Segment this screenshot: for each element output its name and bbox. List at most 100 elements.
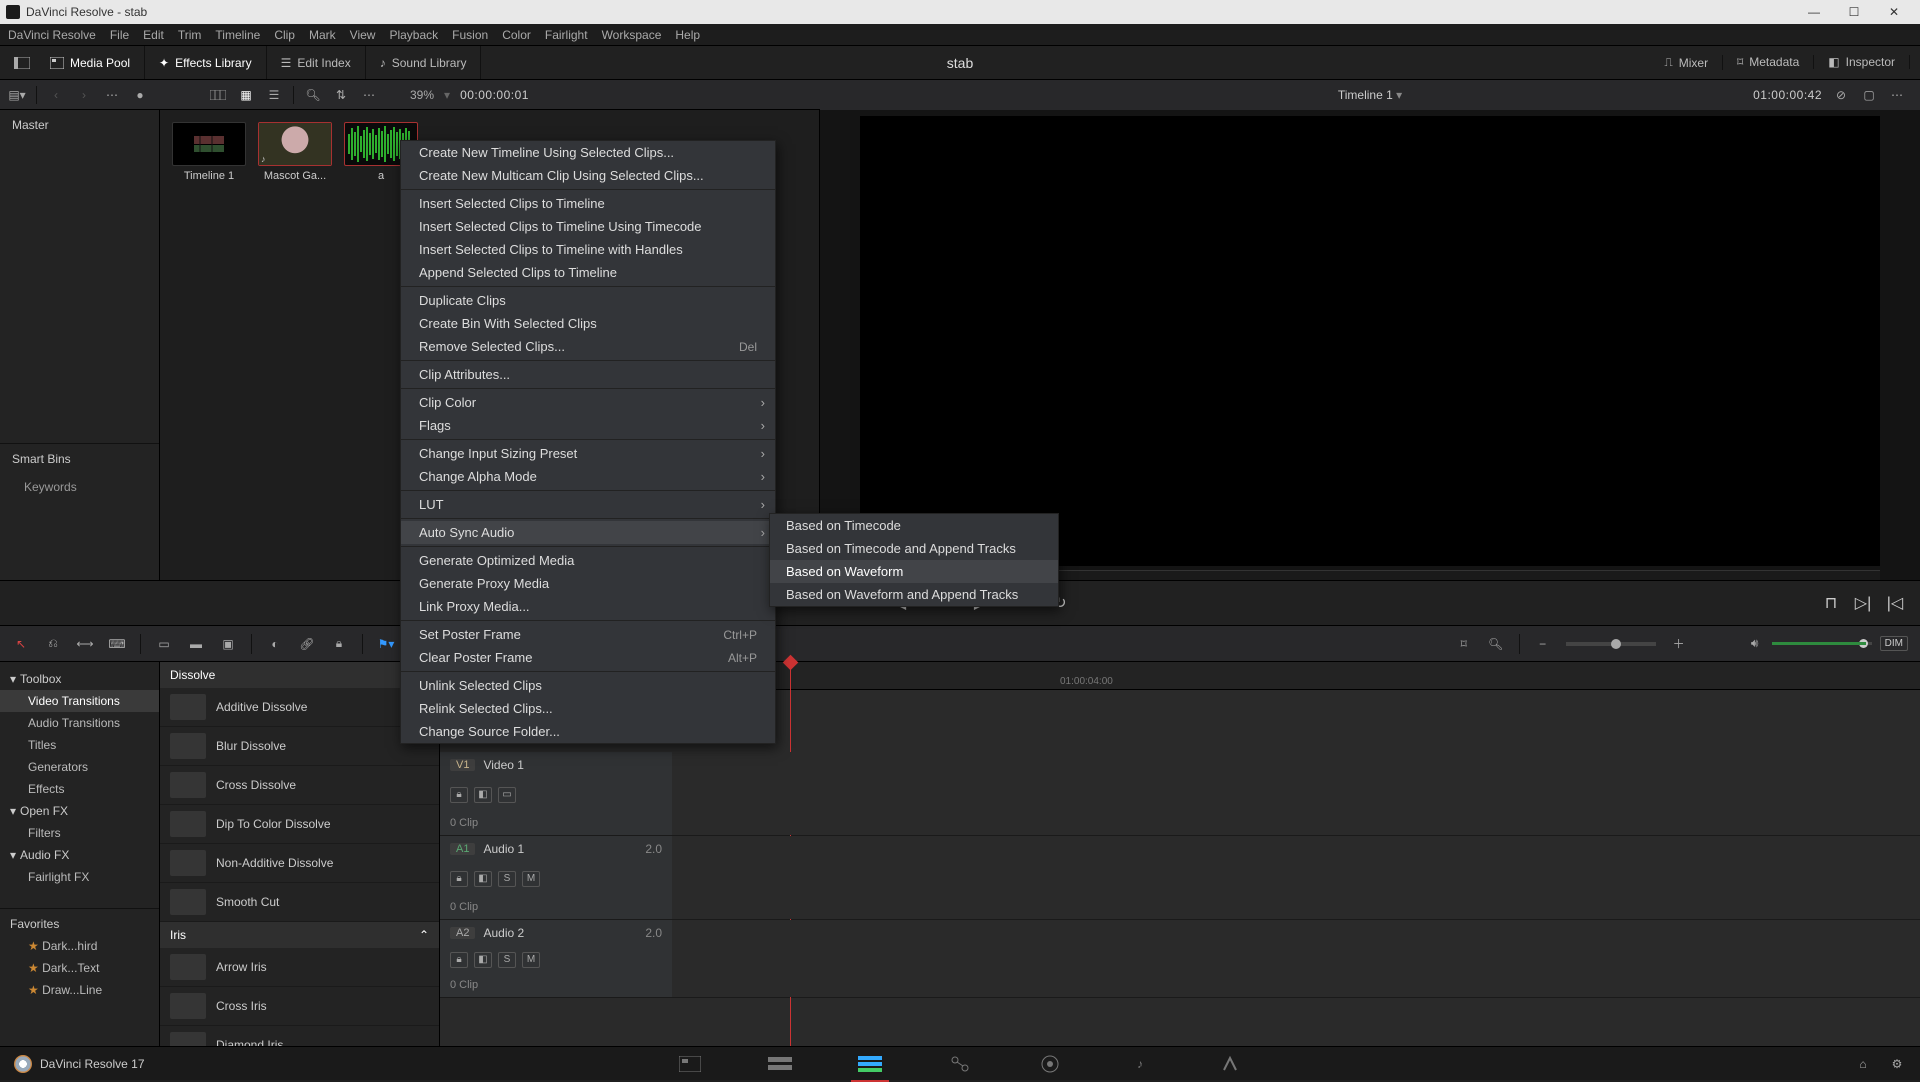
volume-icon[interactable]: 🔊︎ (1746, 636, 1764, 652)
dynamic-trim-icon[interactable]: ⟷ (76, 636, 94, 652)
ctx-item[interactable]: Auto Sync Audio (401, 521, 775, 544)
page-media[interactable] (675, 1052, 705, 1076)
tab-mixer[interactable]: ⎍Mixer (1650, 55, 1723, 70)
ctx-sub-item[interactable]: Based on Timecode (770, 514, 1058, 537)
ctx-item[interactable]: Generate Proxy Media (401, 572, 775, 595)
smart-bins-header[interactable]: Smart Bins (0, 443, 159, 474)
page-color[interactable] (1035, 1052, 1065, 1076)
insert-clip-icon[interactable]: ▭ (155, 636, 173, 652)
view-list-icon[interactable]: ☰ (265, 87, 283, 103)
ctx-item[interactable]: Remove Selected Clips...Del (401, 335, 775, 358)
menu-fairlight[interactable]: Fairlight (545, 28, 588, 42)
flag-icon[interactable]: ⚑▾ (377, 636, 395, 652)
tab-inspector[interactable]: ◧Inspector (1814, 55, 1910, 69)
ctx-item[interactable]: Flags (401, 414, 775, 437)
bin-layout-icon[interactable]: ▤▾ (8, 87, 26, 103)
retime-icon[interactable]: ◐ (266, 636, 284, 652)
fx-item[interactable]: Arrow Iris (160, 948, 439, 987)
audiofx-node[interactable]: ▾Audio FX (0, 844, 159, 866)
options-icon[interactable]: ⋯ (1888, 87, 1906, 103)
menu-edit[interactable]: Edit (143, 28, 164, 42)
leaf-titles[interactable]: Titles (0, 734, 159, 756)
ctx-item[interactable]: Create New Timeline Using Selected Clips… (401, 141, 775, 164)
leaf-generators[interactable]: Generators (0, 756, 159, 778)
view-grid-icon[interactable]: ▦ (237, 87, 255, 103)
track-chip-v1[interactable]: V1 (450, 759, 475, 771)
lock-icon[interactable]: 🔒︎ (330, 636, 348, 652)
fx-item[interactable]: Smooth Cut (160, 883, 439, 922)
tab-media-pool[interactable]: Media Pool (36, 46, 145, 79)
dim-button[interactable]: DIM (1880, 636, 1908, 651)
menu-color[interactable]: Color (502, 28, 531, 42)
zoom-in-icon[interactable]: ＋ (1670, 636, 1688, 652)
fx-item[interactable]: Cross Iris (160, 987, 439, 1026)
single-viewer-icon[interactable]: ▢ (1860, 87, 1878, 103)
ctx-item[interactable]: Change Alpha Mode (401, 465, 775, 488)
fav-3[interactable]: ★ Draw...Line (0, 979, 159, 1001)
view-strip-icon[interactable] (209, 87, 227, 103)
menu-mark[interactable]: Mark (309, 28, 336, 42)
menu-clip[interactable]: Clip (274, 28, 295, 42)
auto-a1-icon[interactable]: ◧ (474, 871, 492, 887)
ctx-item[interactable]: LUT (401, 493, 775, 516)
tab-sound-library[interactable]: ♪Sound Library (366, 46, 482, 79)
menu-file[interactable]: File (110, 28, 129, 42)
ctx-item[interactable]: Clip Attributes... (401, 363, 775, 386)
nav-fwd-icon[interactable]: › (75, 87, 93, 103)
page-fairlight[interactable]: ♪ (1125, 1052, 1155, 1076)
track-name-v1[interactable]: Video 1 (483, 758, 523, 772)
tab-effects-library[interactable]: ✦Effects Library (145, 46, 267, 79)
disable-v1-icon[interactable]: ▭ (498, 787, 516, 803)
menu-workspace[interactable]: Workspace (602, 28, 662, 42)
bypass-icon[interactable]: ⊘ (1832, 87, 1850, 103)
track-chip-a2[interactable]: A2 (450, 927, 475, 939)
track-name-a1[interactable]: Audio 1 (483, 842, 524, 856)
fav-2[interactable]: ★ Dark...Text (0, 957, 159, 979)
menu-view[interactable]: View (350, 28, 376, 42)
fx-item[interactable]: Additive Dissolve (160, 688, 439, 727)
fx-section-dissolve[interactable]: Dissolve⌃ (160, 662, 439, 688)
favorites-header[interactable]: Favorites (0, 908, 159, 935)
ctx-item[interactable]: Clip Color (401, 391, 775, 414)
trim-tool-icon[interactable]: ⎌ (44, 636, 62, 652)
menu-playback[interactable]: Playback (389, 28, 438, 42)
bin-master[interactable]: Master (0, 110, 159, 140)
track-body-a2[interactable] (672, 920, 1920, 997)
clip-timeline1[interactable]: Timeline 1 (172, 122, 246, 182)
menu-help[interactable]: Help (675, 28, 700, 42)
fx-item[interactable]: Blur Dissolve (160, 727, 439, 766)
window-close-button[interactable]: ✕ (1874, 0, 1914, 24)
ctx-item[interactable]: Insert Selected Clips to Timeline (401, 192, 775, 215)
auto-v1-icon[interactable]: ◧ (474, 787, 492, 803)
page-fusion[interactable] (945, 1052, 975, 1076)
fx-item[interactable]: Cross Dissolve (160, 766, 439, 805)
full-extent-icon[interactable]: |◁ (1884, 592, 1906, 614)
selection-tool-icon[interactable]: ↖ (12, 636, 30, 652)
ctx-item[interactable]: Create Bin With Selected Clips (401, 312, 775, 335)
auto-a2-icon[interactable]: ◧ (474, 952, 492, 968)
window-maximize-button[interactable]: ☐ (1834, 0, 1874, 24)
search-icon[interactable]: 🔍︎ (304, 87, 322, 103)
leaf-video-transitions[interactable]: Video Transitions (0, 690, 159, 712)
more-icon[interactable]: ⋯ (360, 87, 378, 103)
smart-bin-keywords[interactable]: Keywords (0, 474, 159, 500)
left-timecode[interactable]: 00:00:00:01 (460, 88, 529, 102)
track-body-a1[interactable] (672, 836, 1920, 919)
more-dots-icon[interactable]: ⋯ (103, 87, 121, 103)
page-cut[interactable] (765, 1052, 795, 1076)
ctx-item[interactable]: Insert Selected Clips to Timeline Using … (401, 215, 775, 238)
ctx-item[interactable]: Generate Optimized Media (401, 549, 775, 572)
timeline-search-icon[interactable]: 🔍︎ (1487, 636, 1505, 652)
timeline-name[interactable]: Timeline 1 ▾ (1338, 88, 1402, 102)
page-deliver[interactable] (1215, 1052, 1245, 1076)
tab-edit-index[interactable]: ☰Edit Index (267, 46, 366, 79)
tab-metadata[interactable]: ⌑Metadata (1723, 55, 1814, 69)
home-icon[interactable]: ⌂ (1854, 1056, 1872, 1072)
lock-a2-icon[interactable]: 🔒︎ (450, 952, 468, 968)
menu-timeline[interactable]: Timeline (215, 28, 260, 42)
sort-icon[interactable]: ⇅ (332, 87, 350, 103)
ctx-item[interactable]: Duplicate Clips (401, 289, 775, 312)
mute-a2-button[interactable]: M (522, 952, 540, 968)
link-icon[interactable]: 🔗︎ (298, 636, 316, 652)
settings-gear-icon[interactable]: ⚙ (1888, 1056, 1906, 1072)
